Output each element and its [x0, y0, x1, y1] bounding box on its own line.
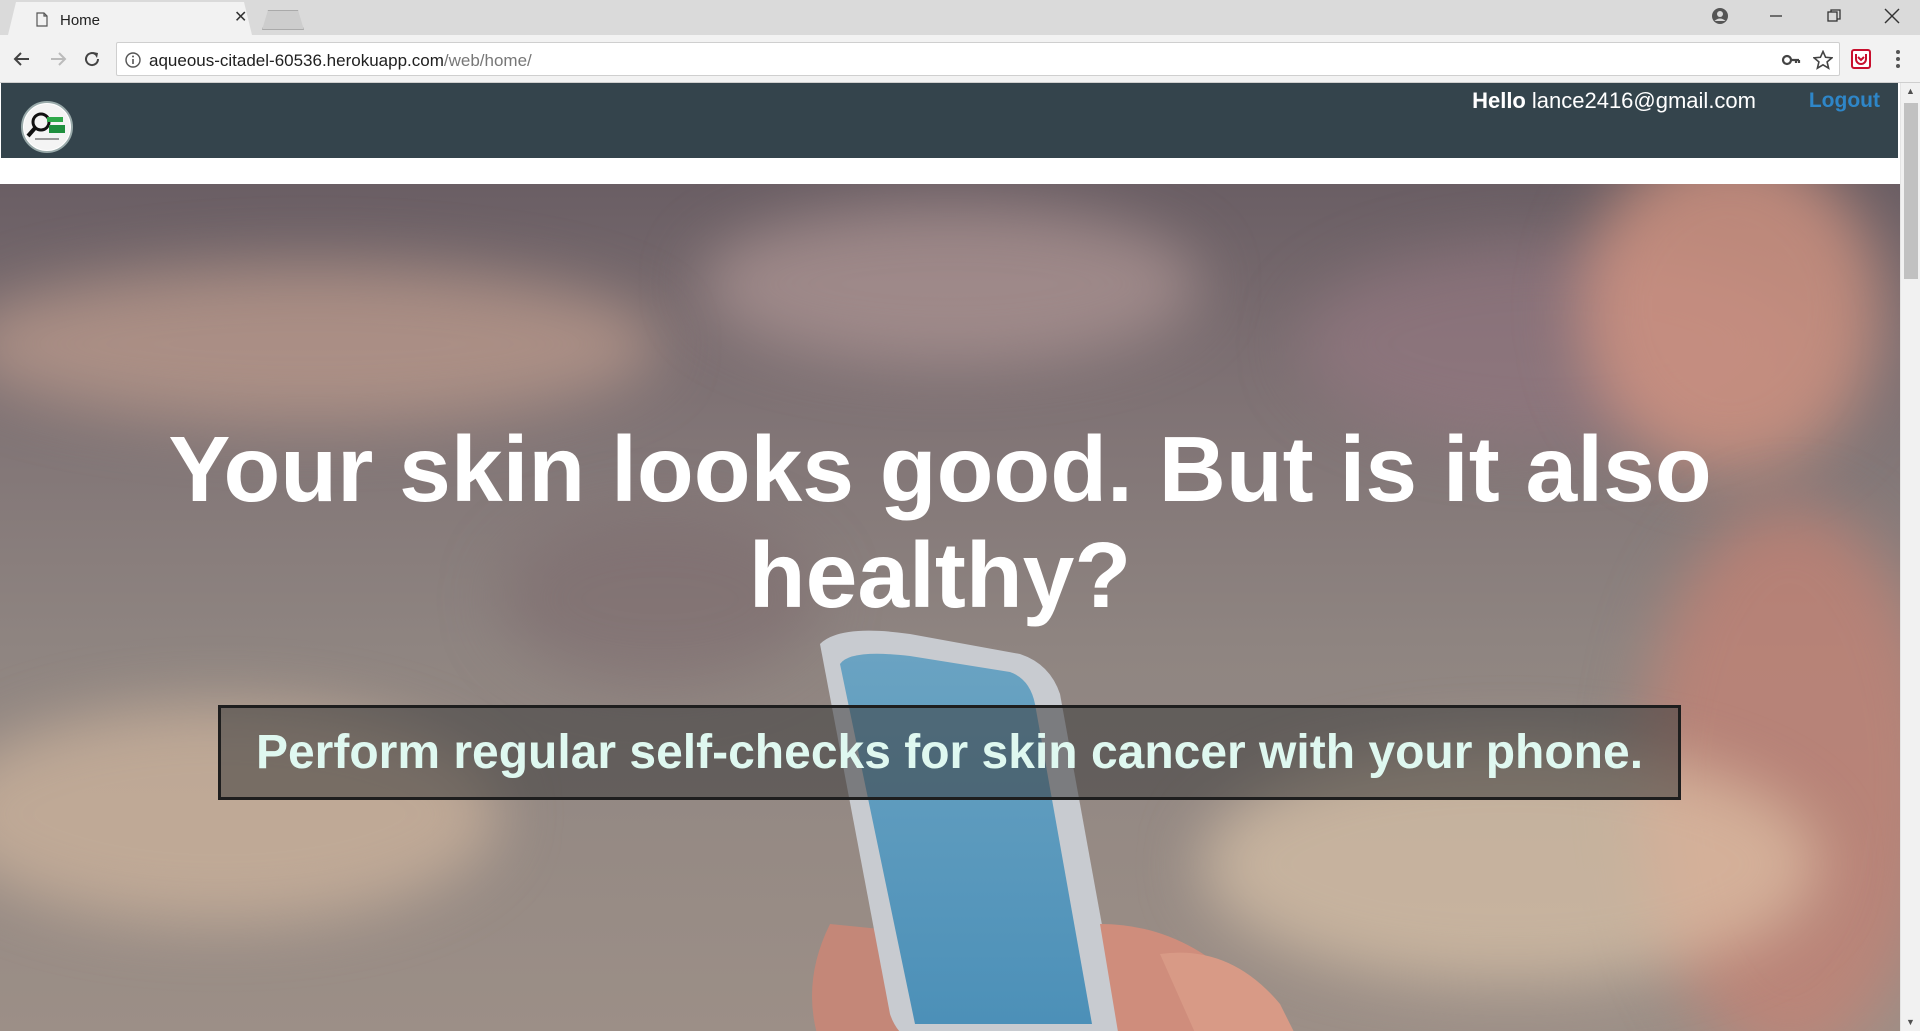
star-icon[interactable] [1813, 50, 1833, 70]
tagline-box: Perform regular self-checks for skin can… [218, 705, 1681, 800]
address-bar[interactable]: aqueous-citadel-60536.herokuapp.com/web/… [116, 42, 1840, 76]
forward-arrow-icon[interactable] [44, 45, 72, 73]
site-logo[interactable] [21, 101, 73, 153]
page-content: Hello lance2416@gmail.com Logout Your sk… [0, 83, 1900, 1031]
site-navbar: Hello lance2416@gmail.com Logout [1, 83, 1898, 158]
account-icon[interactable] [1692, 0, 1748, 32]
back-arrow-icon[interactable] [8, 45, 36, 73]
browser-tab-strip: Home ✕ [0, 0, 1920, 35]
restore-window-button[interactable] [1806, 0, 1862, 32]
phone-photo-icon [812, 630, 1294, 1031]
url-host: aqueous-citadel-60536.herokuapp.com [149, 51, 444, 70]
user-greeting: Hello lance2416@gmail.com [1472, 88, 1756, 114]
info-icon[interactable] [125, 52, 141, 68]
hero-bg-blur [0, 264, 660, 424]
scrollbar-thumb[interactable] [1904, 103, 1918, 279]
url-text: aqueous-citadel-60536.herokuapp.com/web/… [149, 51, 532, 71]
page-viewport: Hello lance2416@gmail.com Logout Your sk… [0, 83, 1920, 1031]
vertical-scrollbar[interactable]: ▲ ▼ [1900, 83, 1920, 1031]
hero-bg-blur [700, 204, 1200, 364]
logout-link[interactable]: Logout [1809, 89, 1880, 113]
scroll-up-icon[interactable]: ▲ [1901, 83, 1920, 100]
browser-tab[interactable]: Home ✕ [8, 2, 252, 35]
new-tab-button[interactable] [262, 10, 304, 30]
minimize-window-button[interactable] [1748, 0, 1804, 32]
close-tab-icon[interactable]: ✕ [234, 10, 247, 26]
key-icon[interactable] [1781, 50, 1801, 70]
user-email: lance2416@gmail.com [1531, 88, 1756, 113]
reload-icon[interactable] [78, 45, 106, 73]
kebab-menu-icon[interactable] [1886, 47, 1910, 71]
hero-title: Your skin looks good. But is it also hea… [168, 417, 1712, 627]
hero-section: Your skin looks good. But is it also hea… [0, 184, 1900, 1031]
hero-tagline: Perform regular self-checks for skin can… [255, 726, 1644, 779]
extension-icon[interactable] [1850, 48, 1872, 70]
greeting-label: Hello [1472, 88, 1526, 113]
scroll-down-icon[interactable]: ▼ [1901, 1014, 1920, 1031]
url-path: /web/home/ [443, 51, 532, 70]
close-window-button[interactable] [1864, 0, 1920, 32]
tab-title: Home [60, 12, 101, 29]
browser-toolbar: aqueous-citadel-60536.herokuapp.com/web/… [0, 35, 1920, 83]
magnifier-logo-icon [24, 104, 70, 150]
page-icon [36, 12, 48, 27]
